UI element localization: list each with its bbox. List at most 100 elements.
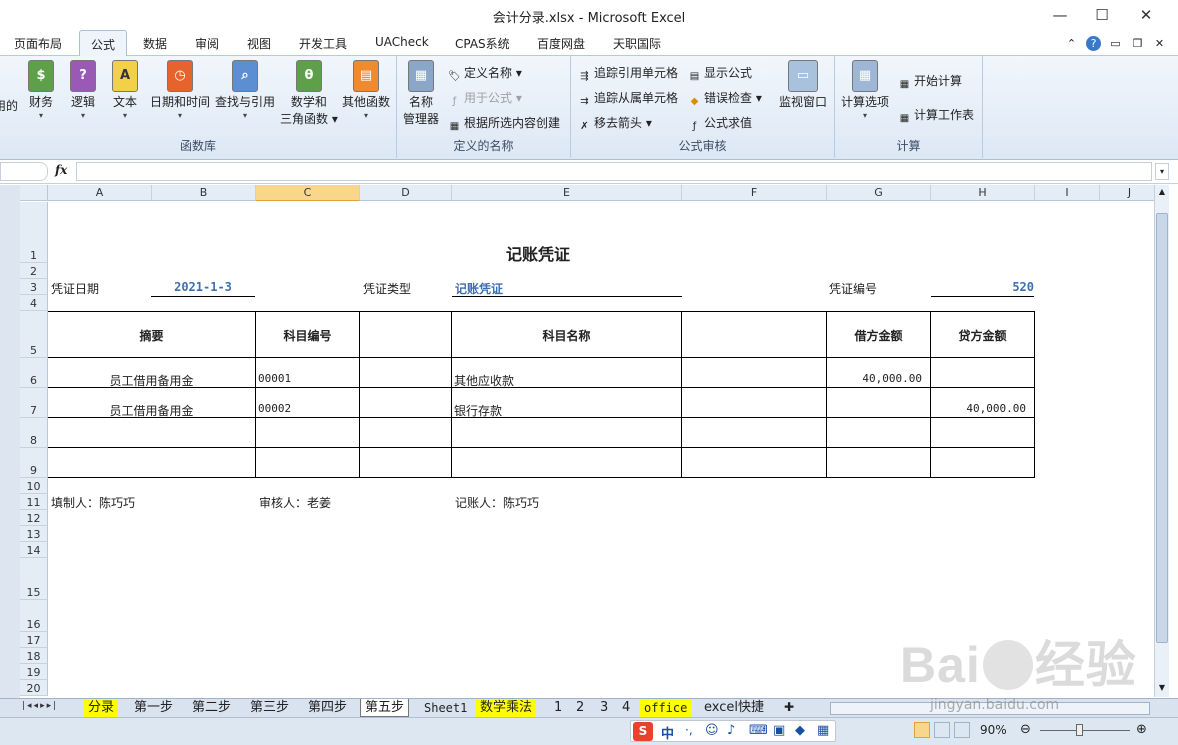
row-header[interactable]: 1 xyxy=(20,202,48,263)
column-header[interactable]: A xyxy=(48,185,152,201)
trace-precedents-button[interactable]: ⇶ 追踪引用单元格 xyxy=(577,64,678,82)
tab-tianzhi[interactable]: 天职国际 xyxy=(613,35,661,52)
row-header[interactable]: 6 xyxy=(20,358,48,388)
tab-review[interactable]: 审阅 xyxy=(195,35,219,52)
sheet-tab[interactable]: 分录 xyxy=(84,699,119,717)
page-layout-view-icon[interactable] xyxy=(934,722,950,738)
tab-baidu-pan[interactable]: 百度网盘 xyxy=(537,35,585,52)
financial-button[interactable]: $ 财务 ▾ xyxy=(28,60,54,121)
ime-toolbar[interactable]: S 中 ·, ☺ ♪ ⌨ ▣ ◆ ▦ xyxy=(630,720,836,742)
show-formulas-button[interactable]: ▤ 显示公式 xyxy=(687,64,752,82)
more-functions-button[interactable]: ▤ 其他函数 ▾ xyxy=(342,60,390,121)
row-header[interactable]: 3 xyxy=(20,279,48,295)
tab-page-layout[interactable]: 页面布局 xyxy=(14,35,62,52)
vertical-scrollbar[interactable]: ▲ ▼ xyxy=(1154,185,1169,697)
tab-view[interactable]: 视图 xyxy=(247,35,271,52)
select-all-corner[interactable] xyxy=(20,185,48,201)
sheet-tab[interactable]: 第二步 xyxy=(188,699,235,717)
column-header[interactable]: I xyxy=(1035,185,1100,201)
sheet-tab[interactable]: 第四步 xyxy=(304,699,351,717)
grid-menu-icon[interactable]: ▦ xyxy=(817,723,829,738)
row-header[interactable]: 19 xyxy=(20,664,48,680)
define-name-button[interactable]: 🏷 定义名称 ▾ xyxy=(447,64,522,82)
scroll-up-icon[interactable]: ▲ xyxy=(1156,187,1168,196)
lookup-button[interactable]: ⌕ 查找与引用 ▾ xyxy=(215,60,275,121)
calc-options-button[interactable]: ▦ 计算选项 ▾ xyxy=(841,60,889,121)
sheet-tab[interactable]: 第一步 xyxy=(130,699,177,717)
column-header[interactable]: D xyxy=(360,185,452,201)
column-header[interactable]: H xyxy=(931,185,1035,201)
toolbox-icon[interactable]: ▣ xyxy=(773,723,785,738)
use-in-formula-button[interactable]: ƒ 用于公式 ▾ xyxy=(447,89,522,107)
row-header[interactable]: 20 xyxy=(20,680,48,696)
tab-uacheck[interactable]: UACheck xyxy=(375,35,429,49)
recent-used-button[interactable]: 用的 xyxy=(0,98,18,115)
formula-input[interactable] xyxy=(76,162,1152,181)
ime-mode[interactable]: 中 xyxy=(661,723,674,742)
zoom-slider-thumb[interactable] xyxy=(1076,724,1083,736)
sheet-tab[interactable]: 1 xyxy=(550,699,566,717)
punct-icon[interactable]: ·, xyxy=(685,723,693,737)
logical-button[interactable]: ? 逻辑 ▾ xyxy=(70,60,96,121)
sheet-tab[interactable]: 2 xyxy=(572,699,588,717)
row-header[interactable]: 10 xyxy=(20,478,48,494)
column-header[interactable]: C xyxy=(256,185,360,201)
column-header[interactable]: G xyxy=(827,185,931,201)
row-header[interactable]: 14 xyxy=(20,542,48,558)
row-header[interactable]: 9 xyxy=(20,448,48,478)
expand-formula-bar-button[interactable]: ▾ xyxy=(1155,163,1169,180)
row-header[interactable]: 2 xyxy=(20,263,48,279)
tab-formulas[interactable]: 公式 xyxy=(79,30,128,57)
scroll-down-icon[interactable]: ▼ xyxy=(1156,683,1168,692)
row-header[interactable]: 5 xyxy=(20,311,48,358)
mic-icon[interactable]: ♪ xyxy=(727,723,735,738)
column-header[interactable]: F xyxy=(682,185,827,201)
sogou-icon[interactable]: S xyxy=(633,722,653,741)
row-header[interactable]: 11 xyxy=(20,494,48,510)
minimize-button[interactable]: — xyxy=(1042,4,1078,26)
remove-arrows-button[interactable]: ✗ 移去箭头 ▾ xyxy=(577,114,652,132)
zoom-level[interactable]: 90% xyxy=(980,723,1007,737)
row-header[interactable]: 13 xyxy=(20,526,48,542)
zoom-slider[interactable] xyxy=(1040,730,1130,731)
math-trig-button[interactable]: θ 数学和 三角函数 ▾ xyxy=(280,60,338,128)
row-header[interactable]: 4 xyxy=(20,295,48,311)
tab-developer[interactable]: 开发工具 xyxy=(299,35,347,52)
insert-function-icon[interactable]: fx xyxy=(55,163,67,177)
sheet-tab[interactable]: office xyxy=(640,699,692,717)
doc-close-icon[interactable]: ✕ xyxy=(1152,36,1167,51)
row-header[interactable]: 7 xyxy=(20,388,48,418)
zoom-in-icon[interactable]: ⊕ xyxy=(1136,722,1147,737)
sheet-tab-active[interactable]: 第五步 xyxy=(360,699,410,717)
error-checking-button[interactable]: ◆ 错误检查 ▾ xyxy=(687,89,762,107)
maximize-button[interactable]: ☐ xyxy=(1084,4,1120,26)
name-manager-button[interactable]: ▦ 名称 管理器 xyxy=(403,60,439,128)
sheet-tab[interactable]: 3 xyxy=(596,699,612,717)
name-box[interactable] xyxy=(0,162,48,181)
worksheet-grid[interactable]: A B C D E F G H I J 1 2 3 4 5 6 7 8 9 10… xyxy=(20,185,1154,697)
datetime-button[interactable]: ◷ 日期和时间 ▾ xyxy=(150,60,210,121)
zoom-out-icon[interactable]: ⊖ xyxy=(1020,722,1031,737)
collapse-ribbon-icon[interactable]: ⌃ xyxy=(1064,36,1079,51)
trace-dependents-button[interactable]: ⇉ 追踪从属单元格 xyxy=(577,89,678,107)
text-button[interactable]: A 文本 ▾ xyxy=(112,60,138,121)
sheet-nav-arrows-icon[interactable]: |◂◂▸▸| xyxy=(22,701,58,711)
sheet-tab[interactable]: 数学乘法 xyxy=(476,699,537,717)
insert-sheet-icon[interactable]: ✚ xyxy=(784,700,794,714)
calc-now-button[interactable]: ▦ 开始计算 xyxy=(897,72,962,90)
row-header[interactable]: 12 xyxy=(20,510,48,526)
evaluate-formula-button[interactable]: ƒ 公式求值 xyxy=(687,114,752,132)
sheet-tab[interactable]: 4 xyxy=(618,699,634,717)
row-header[interactable]: 8 xyxy=(20,418,48,448)
sheet-tab[interactable]: 第三步 xyxy=(246,699,293,717)
column-header[interactable]: E xyxy=(452,185,682,201)
doc-restore-icon[interactable]: ❐ xyxy=(1130,36,1145,51)
keyboard-icon[interactable]: ⌨ xyxy=(749,723,768,738)
scroll-thumb[interactable] xyxy=(1156,213,1168,643)
skin-icon[interactable]: ◆ xyxy=(795,723,805,738)
page-break-view-icon[interactable] xyxy=(954,722,970,738)
sheet-tab[interactable]: Sheet1 xyxy=(420,699,471,717)
sheet-tab[interactable]: excel快捷 xyxy=(700,699,768,717)
tab-cpas[interactable]: CPAS系统 xyxy=(455,35,510,52)
row-header[interactable]: 17 xyxy=(20,632,48,648)
